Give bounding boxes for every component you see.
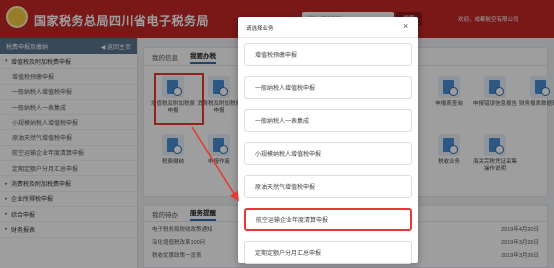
select-business-dialog: 请选择业务 × 增值税预缴申报 一般纳税人增值税申报 一般纳税人一表集成 小规模纳税人…	[238, 17, 418, 264]
close-icon[interactable]: ×	[403, 21, 408, 31]
dialog-option[interactable]: 航空运输企业年度清算申报	[244, 208, 412, 231]
dialog-title: 请选择业务	[246, 26, 274, 32]
dialog-option[interactable]: 增值税预缴申报	[244, 43, 412, 66]
dialog-divider	[238, 37, 418, 38]
dialog-option[interactable]: 一般纳税人一表集成	[244, 109, 412, 132]
dialog-option[interactable]: 小规模纳税人增值税申报	[244, 142, 412, 165]
dialog-option[interactable]: 原油天然气增值税申报	[244, 175, 412, 198]
dialog-option[interactable]: 一般纳税人增值税申报	[244, 76, 412, 99]
dialog-option[interactable]: 定期定额户分月汇总申报	[244, 241, 412, 264]
